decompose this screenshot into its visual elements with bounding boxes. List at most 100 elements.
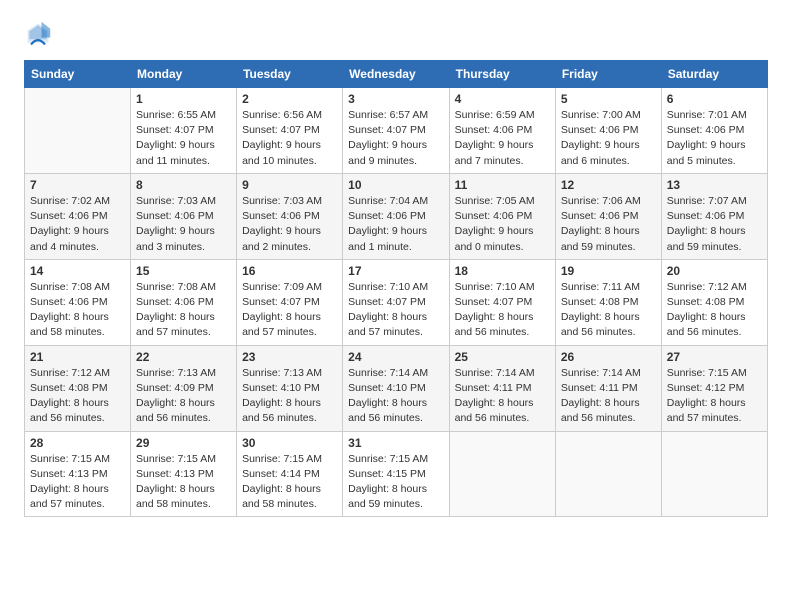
calendar-cell: 6 Sunrise: 7:01 AM Sunset: 4:06 PM Daylig…	[661, 88, 767, 174]
day-info: Sunrise: 7:15 AM Sunset: 4:14 PM Dayligh…	[242, 452, 337, 513]
day-info: Sunrise: 7:13 AM Sunset: 4:10 PM Dayligh…	[242, 366, 337, 427]
week-row: 14Sunrise: 7:08 AM Sunset: 4:06 PM Dayli…	[25, 259, 768, 345]
day-number: 27	[667, 350, 762, 364]
day-info: Sunrise: 7:00 AM Sunset: 4:06 PM Dayligh…	[561, 108, 656, 169]
header	[24, 20, 768, 48]
day-info: Sunrise: 7:15 AM Sunset: 4:15 PM Dayligh…	[348, 452, 443, 513]
day-info: Sunrise: 7:03 AM Sunset: 4:06 PM Dayligh…	[136, 194, 231, 255]
day-info: Sunrise: 7:04 AM Sunset: 4:06 PM Dayligh…	[348, 194, 443, 255]
col-header-friday: Friday	[555, 61, 661, 88]
day-number: 6	[667, 92, 762, 106]
day-info: Sunrise: 7:06 AM Sunset: 4:06 PM Dayligh…	[561, 194, 656, 255]
calendar-table: SundayMondayTuesdayWednesdayThursdayFrid…	[24, 60, 768, 517]
day-number: 26	[561, 350, 656, 364]
day-number: 12	[561, 178, 656, 192]
calendar-cell: 3 Sunrise: 6:57 AM Sunset: 4:07 PM Daylig…	[343, 88, 449, 174]
day-number: 30	[242, 436, 337, 450]
calendar-cell: 14Sunrise: 7:08 AM Sunset: 4:06 PM Dayli…	[25, 259, 131, 345]
day-number: 24	[348, 350, 443, 364]
day-number: 21	[30, 350, 125, 364]
day-number: 3	[348, 92, 443, 106]
day-number: 22	[136, 350, 231, 364]
day-info: Sunrise: 7:09 AM Sunset: 4:07 PM Dayligh…	[242, 280, 337, 341]
day-number: 9	[242, 178, 337, 192]
day-info: Sunrise: 7:15 AM Sunset: 4:12 PM Dayligh…	[667, 366, 762, 427]
day-number: 18	[455, 264, 550, 278]
calendar-cell: 20 Sunrise: 7:12 AM Sunset: 4:08 PM Dayli…	[661, 259, 767, 345]
day-number: 17	[348, 264, 443, 278]
calendar-cell: 1 Sunrise: 6:55 AM Sunset: 4:07 PM Daylig…	[131, 88, 237, 174]
calendar-cell: 26 Sunrise: 7:14 AM Sunset: 4:11 PM Dayli…	[555, 345, 661, 431]
day-number: 1	[136, 92, 231, 106]
calendar-cell: 19 Sunrise: 7:11 AM Sunset: 4:08 PM Dayli…	[555, 259, 661, 345]
calendar-cell: 31 Sunrise: 7:15 AM Sunset: 4:15 PM Dayli…	[343, 431, 449, 517]
day-info: Sunrise: 7:02 AM Sunset: 4:06 PM Dayligh…	[30, 194, 125, 255]
day-info: Sunrise: 7:14 AM Sunset: 4:11 PM Dayligh…	[561, 366, 656, 427]
day-info: Sunrise: 7:14 AM Sunset: 4:11 PM Dayligh…	[455, 366, 550, 427]
calendar-cell	[25, 88, 131, 174]
day-number: 20	[667, 264, 762, 278]
day-info: Sunrise: 7:12 AM Sunset: 4:08 PM Dayligh…	[30, 366, 125, 427]
col-header-monday: Monday	[131, 61, 237, 88]
week-row: 28Sunrise: 7:15 AM Sunset: 4:13 PM Dayli…	[25, 431, 768, 517]
day-info: Sunrise: 7:11 AM Sunset: 4:08 PM Dayligh…	[561, 280, 656, 341]
week-row: 21 Sunrise: 7:12 AM Sunset: 4:08 PM Dayli…	[25, 345, 768, 431]
day-number: 2	[242, 92, 337, 106]
day-number: 25	[455, 350, 550, 364]
calendar-cell: 18 Sunrise: 7:10 AM Sunset: 4:07 PM Dayli…	[449, 259, 555, 345]
calendar-cell: 12 Sunrise: 7:06 AM Sunset: 4:06 PM Dayli…	[555, 173, 661, 259]
day-info: Sunrise: 7:07 AM Sunset: 4:06 PM Dayligh…	[667, 194, 762, 255]
day-info: Sunrise: 7:05 AM Sunset: 4:06 PM Dayligh…	[455, 194, 550, 255]
day-info: Sunrise: 7:10 AM Sunset: 4:07 PM Dayligh…	[348, 280, 443, 341]
calendar-cell: 5 Sunrise: 7:00 AM Sunset: 4:06 PM Daylig…	[555, 88, 661, 174]
day-info: Sunrise: 7:01 AM Sunset: 4:06 PM Dayligh…	[667, 108, 762, 169]
calendar-cell: 29Sunrise: 7:15 AM Sunset: 4:13 PM Dayli…	[131, 431, 237, 517]
day-info: Sunrise: 6:57 AM Sunset: 4:07 PM Dayligh…	[348, 108, 443, 169]
day-info: Sunrise: 7:13 AM Sunset: 4:09 PM Dayligh…	[136, 366, 231, 427]
day-number: 13	[667, 178, 762, 192]
day-info: Sunrise: 6:56 AM Sunset: 4:07 PM Dayligh…	[242, 108, 337, 169]
week-row: 7 Sunrise: 7:02 AM Sunset: 4:06 PM Daylig…	[25, 173, 768, 259]
day-number: 5	[561, 92, 656, 106]
logo	[24, 20, 56, 48]
calendar-cell: 2 Sunrise: 6:56 AM Sunset: 4:07 PM Daylig…	[237, 88, 343, 174]
day-info: Sunrise: 6:59 AM Sunset: 4:06 PM Dayligh…	[455, 108, 550, 169]
calendar-cell: 21 Sunrise: 7:12 AM Sunset: 4:08 PM Dayli…	[25, 345, 131, 431]
calendar-cell: 23 Sunrise: 7:13 AM Sunset: 4:10 PM Dayli…	[237, 345, 343, 431]
calendar-cell: 13 Sunrise: 7:07 AM Sunset: 4:06 PM Dayli…	[661, 173, 767, 259]
day-number: 23	[242, 350, 337, 364]
calendar-cell	[661, 431, 767, 517]
day-number: 7	[30, 178, 125, 192]
calendar-cell: 27 Sunrise: 7:15 AM Sunset: 4:12 PM Dayli…	[661, 345, 767, 431]
calendar-cell: 25 Sunrise: 7:14 AM Sunset: 4:11 PM Dayli…	[449, 345, 555, 431]
day-info: Sunrise: 6:55 AM Sunset: 4:07 PM Dayligh…	[136, 108, 231, 169]
logo-icon	[24, 20, 52, 48]
calendar-cell: 7 Sunrise: 7:02 AM Sunset: 4:06 PM Daylig…	[25, 173, 131, 259]
day-number: 31	[348, 436, 443, 450]
day-info: Sunrise: 7:14 AM Sunset: 4:10 PM Dayligh…	[348, 366, 443, 427]
day-info: Sunrise: 7:12 AM Sunset: 4:08 PM Dayligh…	[667, 280, 762, 341]
day-info: Sunrise: 7:15 AM Sunset: 4:13 PM Dayligh…	[30, 452, 125, 513]
calendar-cell: 11 Sunrise: 7:05 AM Sunset: 4:06 PM Dayli…	[449, 173, 555, 259]
col-header-thursday: Thursday	[449, 61, 555, 88]
day-number: 10	[348, 178, 443, 192]
calendar-cell: 15 Sunrise: 7:08 AM Sunset: 4:06 PM Dayli…	[131, 259, 237, 345]
day-info: Sunrise: 7:15 AM Sunset: 4:13 PM Dayligh…	[136, 452, 231, 513]
day-info: Sunrise: 7:08 AM Sunset: 4:06 PM Dayligh…	[30, 280, 125, 341]
header-row: SundayMondayTuesdayWednesdayThursdayFrid…	[25, 61, 768, 88]
calendar-cell: 22 Sunrise: 7:13 AM Sunset: 4:09 PM Dayli…	[131, 345, 237, 431]
day-number: 19	[561, 264, 656, 278]
calendar-cell: 16 Sunrise: 7:09 AM Sunset: 4:07 PM Dayli…	[237, 259, 343, 345]
calendar-cell	[449, 431, 555, 517]
calendar-cell: 8 Sunrise: 7:03 AM Sunset: 4:06 PM Daylig…	[131, 173, 237, 259]
day-info: Sunrise: 7:03 AM Sunset: 4:06 PM Dayligh…	[242, 194, 337, 255]
calendar-cell: 24 Sunrise: 7:14 AM Sunset: 4:10 PM Dayli…	[343, 345, 449, 431]
day-number: 15	[136, 264, 231, 278]
calendar-cell: 9 Sunrise: 7:03 AM Sunset: 4:06 PM Daylig…	[237, 173, 343, 259]
day-number: 16	[242, 264, 337, 278]
day-info: Sunrise: 7:08 AM Sunset: 4:06 PM Dayligh…	[136, 280, 231, 341]
day-number: 8	[136, 178, 231, 192]
day-info: Sunrise: 7:10 AM Sunset: 4:07 PM Dayligh…	[455, 280, 550, 341]
day-number: 11	[455, 178, 550, 192]
calendar-cell: 4Sunrise: 6:59 AM Sunset: 4:06 PM Daylig…	[449, 88, 555, 174]
